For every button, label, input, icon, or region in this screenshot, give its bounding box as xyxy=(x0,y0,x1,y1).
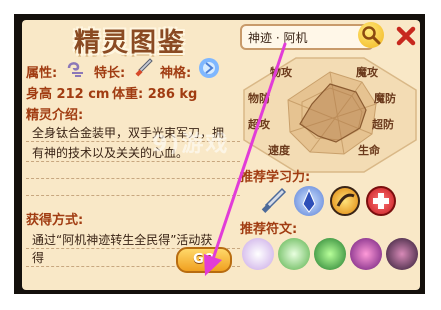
height-text: 身高 212 cm xyxy=(26,87,110,102)
cross-skill-icon[interactable] xyxy=(366,186,396,216)
dark-rune-icon[interactable] xyxy=(386,238,418,270)
green-spiral-rune-icon[interactable] xyxy=(314,238,346,270)
stat-label: 生命 xyxy=(358,144,380,157)
stat-label: 物防 xyxy=(248,92,270,105)
search-input[interactable]: 神迹 · 阿机 xyxy=(240,24,374,50)
divider xyxy=(26,195,240,196)
stat-label: 物攻 xyxy=(270,66,292,79)
stat-label: 魔攻 xyxy=(356,66,378,79)
recommended-skills-label: 推荐学习力: xyxy=(240,170,311,185)
obtain-line-2: 得 xyxy=(32,251,45,265)
recommended-runes-label: 推荐符文: xyxy=(240,222,298,237)
stat-label: 速度 xyxy=(268,144,290,157)
close-button[interactable] xyxy=(394,24,418,48)
obtain-line-1: 通过“阿机神迹转生全民得”活动获 xyxy=(32,233,213,247)
obtain-label: 获得方式: xyxy=(26,213,84,228)
close-icon xyxy=(396,26,416,46)
go-button[interactable]: GO xyxy=(176,247,232,273)
white-rune-icon[interactable] xyxy=(242,238,274,270)
specialty-label: 特长: xyxy=(94,66,126,81)
green-rune-icon[interactable] xyxy=(278,238,310,270)
attribute-label: 属性: xyxy=(26,66,58,81)
search-input-value: 神迹 · 阿机 xyxy=(248,31,308,45)
sword-skill-icon[interactable] xyxy=(258,186,288,216)
godhood-label: 神格: xyxy=(160,66,192,81)
divider xyxy=(26,178,240,179)
wind-attribute-icon xyxy=(67,62,83,77)
intro-label: 精灵介绍: xyxy=(26,108,84,123)
purple-rune-icon[interactable] xyxy=(350,238,382,270)
crystal-skill-icon[interactable] xyxy=(294,186,324,216)
stat-label: 魔防 xyxy=(374,92,396,105)
search-icon xyxy=(362,26,381,45)
attack-specialty-icon xyxy=(135,58,153,77)
page-title: 精灵图鉴 xyxy=(74,28,187,58)
slash-skill-icon[interactable] xyxy=(330,186,360,216)
stat-label: 超防 xyxy=(372,118,394,131)
search-button[interactable] xyxy=(358,22,384,48)
spirit-handbook-panel: 精灵图鉴 神迹 · 阿机 属性: 特长: 神格: 身高 212 cm 体重: 2… xyxy=(22,20,420,290)
watermark: 9)游戏 xyxy=(152,132,230,157)
divider xyxy=(26,161,240,162)
weight-text: 体重: 286 kg xyxy=(112,87,198,102)
godhood-orb-icon xyxy=(199,58,219,78)
stat-radar-chart xyxy=(243,57,417,173)
stat-label: 超攻 xyxy=(248,118,270,131)
